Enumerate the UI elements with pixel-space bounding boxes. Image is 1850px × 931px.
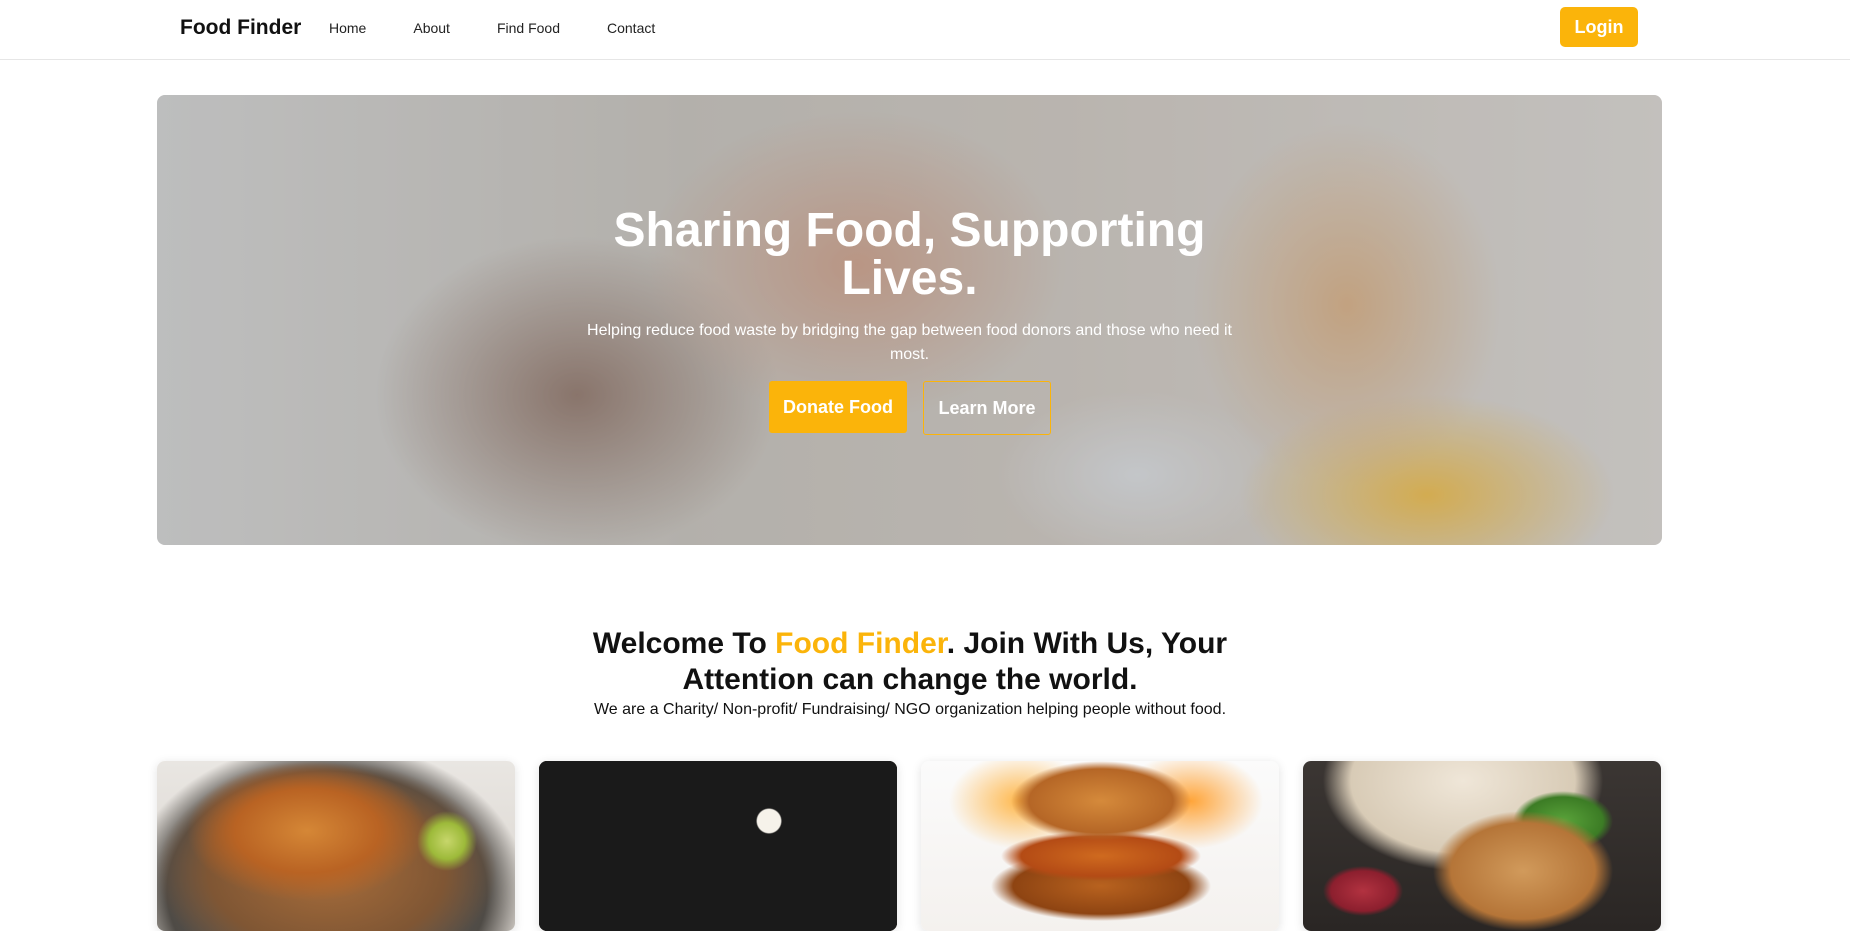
food-card-chicken-rice[interactable] bbox=[157, 761, 515, 931]
welcome-heading-brand: Food Finder bbox=[775, 627, 947, 660]
learn-more-button[interactable]: Learn More bbox=[923, 381, 1051, 435]
sushi-image bbox=[539, 761, 897, 931]
login-button[interactable]: Login bbox=[1560, 7, 1638, 47]
food-card-sushi[interactable] bbox=[539, 761, 897, 931]
nav-link-find-food[interactable]: Find Food bbox=[497, 20, 560, 36]
food-cards bbox=[157, 761, 1661, 931]
welcome-heading-prefix: Welcome To bbox=[592, 627, 776, 660]
food-card-burger[interactable] bbox=[921, 761, 1279, 931]
hero-banner: Sharing Food, Supporting Lives. Helping … bbox=[157, 95, 1662, 545]
nav-link-contact[interactable]: Contact bbox=[607, 20, 655, 36]
welcome-subtitle: We are a Charity/ Non-profit/ Fundraisin… bbox=[593, 701, 1227, 718]
hero-title: Sharing Food, Supporting Lives. bbox=[613, 204, 1206, 305]
nav-link-home[interactable]: Home bbox=[329, 20, 366, 36]
hero-buttons: Donate Food Learn More bbox=[769, 381, 1051, 435]
food-card-wrap[interactable] bbox=[1303, 761, 1661, 931]
chicken-rice-image bbox=[157, 761, 515, 931]
brand-logo-text[interactable]: Food Finder bbox=[180, 16, 301, 40]
wrap-image bbox=[1303, 761, 1661, 931]
hero-subtitle: Helping reduce food waste by bridging th… bbox=[587, 322, 1232, 363]
welcome-heading: Welcome To Food Finder. Join With Us, Yo… bbox=[560, 626, 1260, 698]
nav-link-about[interactable]: About bbox=[413, 20, 450, 36]
donate-food-button[interactable]: Donate Food bbox=[769, 381, 907, 433]
burger-image bbox=[921, 761, 1279, 931]
top-navbar: Food Finder Home About Find Food Contact… bbox=[0, 0, 1850, 60]
nav-links: Home About Find Food Contact bbox=[329, 20, 702, 36]
